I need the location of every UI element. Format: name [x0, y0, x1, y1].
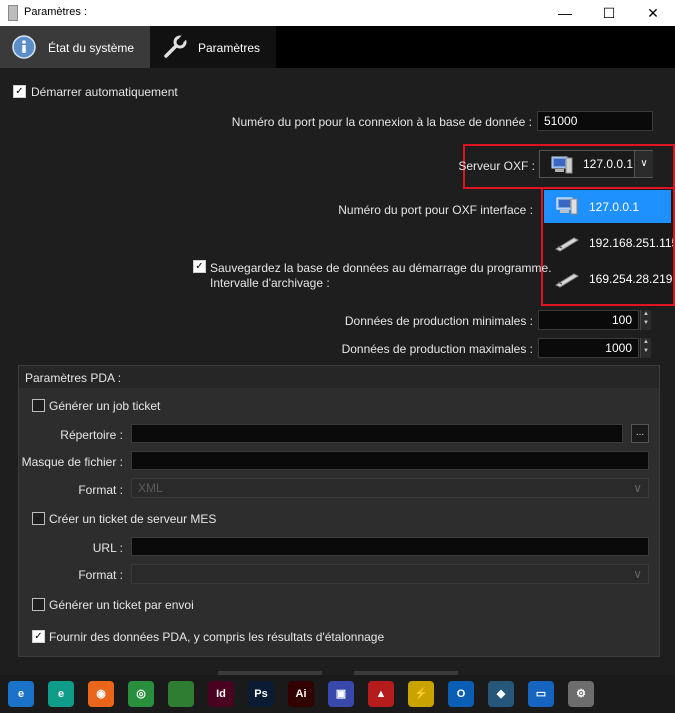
wrench-icon: [164, 34, 187, 58]
edge-legacy-icon[interactable]: e: [8, 681, 34, 707]
illustrator-icon[interactable]: Ai: [288, 681, 314, 707]
edge-icon[interactable]: e: [48, 681, 74, 707]
pda-settings-panel: Paramètres PDA : Générer un job ticket R…: [18, 365, 660, 657]
file-mask-input[interactable]: [131, 451, 649, 470]
tab-system-status[interactable]: État du système: [0, 26, 150, 68]
settings-app-icon[interactable]: ⚙: [568, 681, 594, 707]
chrome-icon[interactable]: ◎: [128, 681, 154, 707]
tab-label: Paramètres: [198, 41, 261, 55]
chevron-down-icon[interactable]: ∨: [634, 151, 653, 177]
format2-select[interactable]: ∨: [131, 564, 649, 584]
window-title: Paramètres :: [24, 6, 87, 18]
url-label: URL :: [92, 541, 123, 555]
autostart-label: Démarrer automatiquement: [31, 85, 178, 99]
provide-pda-label: Fournir des données PDA, y compris les r…: [49, 630, 385, 644]
browse-button[interactable]: ...: [631, 424, 649, 443]
min-production-label: Données de production minimales :: [344, 314, 533, 328]
acrobat-icon[interactable]: ▲: [368, 681, 394, 707]
indesign-app-icon[interactable]: [168, 681, 194, 707]
cube-app-icon[interactable]: ◆: [488, 681, 514, 707]
chevron-down-icon: ∨: [633, 567, 642, 581]
db-port-input[interactable]: 51000: [537, 111, 653, 131]
maximize-button[interactable]: ☐: [587, 0, 631, 26]
minimize-button[interactable]: —: [543, 0, 587, 26]
format-value: XML: [138, 481, 163, 495]
sun-app-icon[interactable]: ⚡: [408, 681, 434, 707]
backup-checkbox[interactable]: ✓: [193, 260, 206, 273]
job-ticket-checkbox[interactable]: [32, 399, 45, 412]
format-label: Format :: [78, 483, 123, 497]
pda-header: Paramètres PDA :: [19, 366, 659, 388]
max-production-label: Données de production maximales :: [341, 342, 533, 356]
url-input[interactable]: [131, 537, 649, 556]
format2-label: Format :: [78, 568, 123, 582]
computer-icon: [551, 156, 573, 174]
mes-ticket-checkbox[interactable]: [32, 512, 45, 525]
mes-ticket-label: Créer un ticket de serveur MES: [49, 512, 217, 526]
taskbar: e e ◉ ◎ Id Ps Ai ▣ ▲ ⚡ O ◆ ▭ ⚙: [0, 675, 675, 713]
title-bar: Paramètres : — ☐ ✕: [0, 0, 675, 26]
max-production-input[interactable]: 1000: [538, 338, 639, 358]
tab-settings[interactable]: Paramètres: [150, 26, 276, 68]
save-app-icon[interactable]: ▣: [328, 681, 354, 707]
oxf-server-value: 127.0.0.1: [583, 157, 634, 171]
dropdown-highlight: [541, 187, 675, 306]
min-production-stepper[interactable]: ▲ ▼: [640, 310, 651, 330]
pda-header-label: Paramètres PDA :: [25, 371, 122, 385]
job-ticket-label: Générer un job ticket: [49, 399, 161, 413]
min-production-input[interactable]: 100: [538, 310, 639, 330]
directory-label: Répertoire :: [60, 428, 123, 442]
close-button[interactable]: ✕: [631, 0, 675, 26]
info-icon: [12, 35, 36, 59]
format-select[interactable]: XML ∨: [131, 478, 649, 498]
window-app-icon[interactable]: ▭: [528, 681, 554, 707]
oxf-server-label: Serveur OXF :: [458, 159, 535, 173]
chevron-down-icon: ∨: [633, 481, 642, 495]
file-mask-label: Masque de fichier :: [21, 455, 123, 469]
per-send-label: Générer un ticket par envoi: [49, 598, 194, 612]
oxf-port-label: Numéro du port pour OXF interface :: [338, 203, 533, 217]
firefox-icon[interactable]: ◉: [88, 681, 114, 707]
max-production-stepper[interactable]: ▲ ▼: [640, 338, 651, 358]
backup-interval-label: Intervalle d'archivage :: [210, 276, 330, 290]
oxf-server-select[interactable]: 127.0.0.1 ∨: [539, 150, 653, 178]
per-send-checkbox[interactable]: [32, 598, 45, 611]
db-port-label: Numéro du port pour la connexion à la ba…: [231, 115, 532, 129]
indesign-icon[interactable]: Id: [208, 681, 234, 707]
photoshop-icon[interactable]: Ps: [248, 681, 274, 707]
directory-input[interactable]: [131, 424, 623, 443]
backup-label: Sauvegardez la base de données au démarr…: [210, 261, 552, 275]
tab-label: État du système: [48, 41, 135, 55]
autostart-checkbox[interactable]: ✓: [13, 85, 26, 98]
app-icon: [8, 5, 18, 21]
tab-bar: État du système Paramètres: [0, 26, 675, 68]
outlook-icon[interactable]: O: [448, 681, 474, 707]
provide-pda-checkbox[interactable]: ✓: [32, 630, 45, 643]
